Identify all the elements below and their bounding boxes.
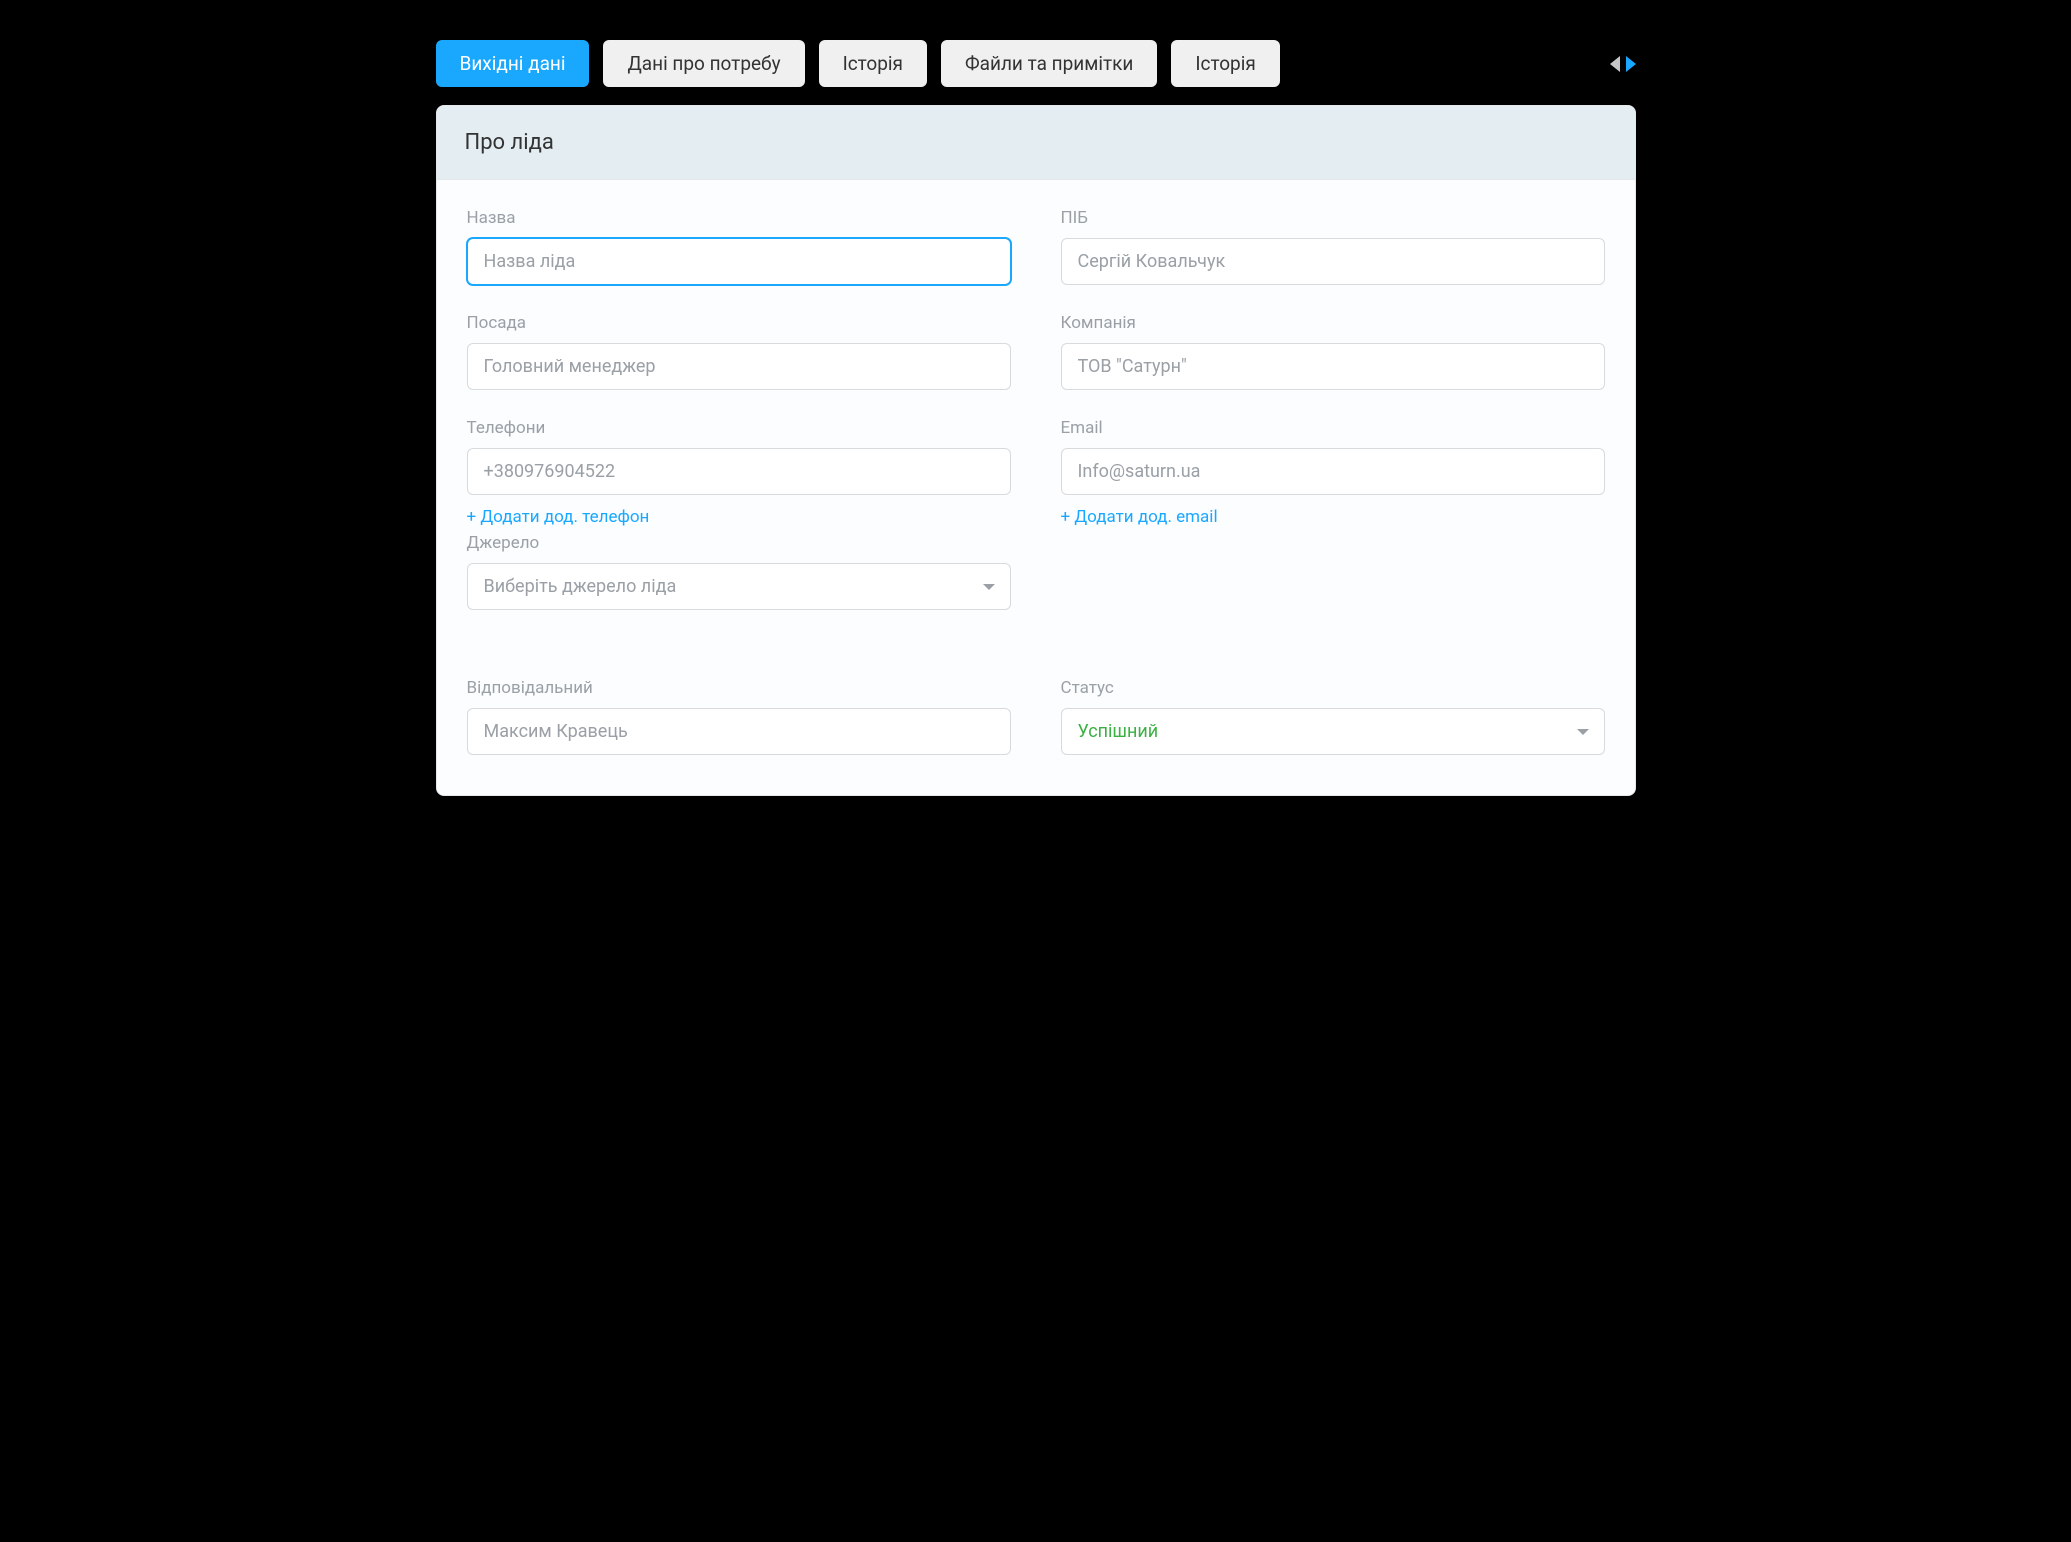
label-status: Статус (1061, 678, 1605, 698)
tab-files-notes[interactable]: Файли та примітки (941, 40, 1157, 87)
label-phones: Телефони (467, 418, 1011, 438)
label-source: Джерело (467, 533, 1011, 553)
select-source[interactable]: Виберіть джерело ліда (467, 563, 1011, 610)
label-email: Email (1061, 418, 1605, 438)
tab-need-data[interactable]: Дані про потребу (603, 40, 804, 87)
input-responsible[interactable] (467, 708, 1011, 755)
label-fullname: ПІБ (1061, 208, 1605, 228)
tab-nav (1610, 56, 1636, 72)
tab-prev-icon[interactable] (1610, 56, 1620, 72)
label-responsible: Відповідальний (467, 678, 1011, 698)
label-company: Компанія (1061, 313, 1605, 333)
input-fullname[interactable] (1061, 238, 1605, 285)
input-company[interactable] (1061, 343, 1605, 390)
input-position[interactable] (467, 343, 1011, 390)
lead-card: Про ліда Назва ПІБ Посада Компанія (436, 105, 1636, 796)
tab-initial-data[interactable]: Вихідні дані (436, 40, 590, 87)
add-email-link[interactable]: + Додати дод. email (1061, 507, 1218, 527)
card-title: Про ліда (437, 106, 1635, 180)
tabs-bar: Вихідні дані Дані про потребу Історія Фа… (436, 40, 1636, 87)
tab-history-1[interactable]: Історія (819, 40, 927, 87)
input-name[interactable] (467, 238, 1011, 285)
label-position: Посада (467, 313, 1011, 333)
label-name: Назва (467, 208, 1011, 228)
input-phone[interactable] (467, 448, 1011, 495)
input-email[interactable] (1061, 448, 1605, 495)
tab-next-icon[interactable] (1626, 56, 1636, 72)
tab-history-2[interactable]: Історія (1171, 40, 1279, 87)
select-status[interactable]: Успішний (1061, 708, 1605, 755)
add-phone-link[interactable]: + Додати дод. телефон (467, 507, 650, 527)
